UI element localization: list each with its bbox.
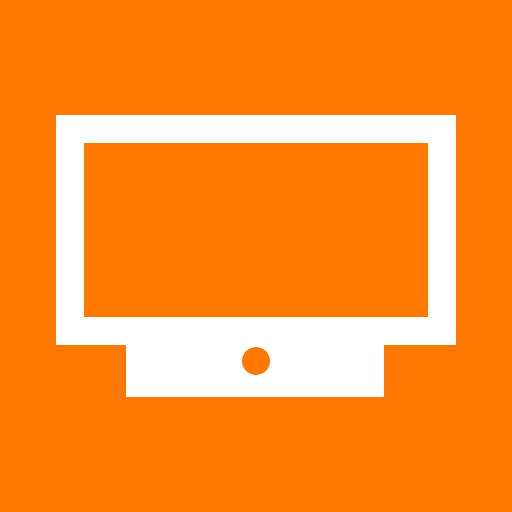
tv-screen-frame [56, 115, 456, 345]
app-icon[interactable] [0, 0, 512, 512]
tv-power-dot [242, 347, 270, 375]
tv-icon [56, 115, 456, 397]
